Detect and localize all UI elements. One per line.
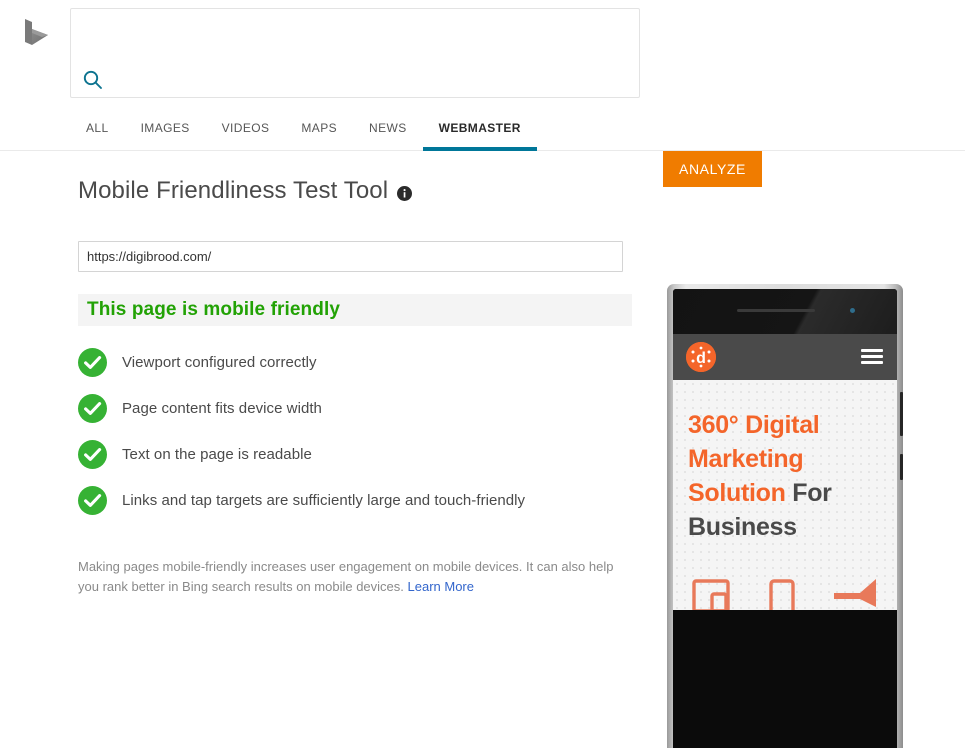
tab-webmaster[interactable]: WEBMASTER (422, 118, 538, 151)
bing-logo-icon[interactable] (20, 17, 54, 57)
check-circle-icon (78, 485, 107, 515)
tab-maps[interactable]: MAPS (285, 118, 353, 151)
hero-line-3-plain: For (785, 479, 832, 507)
tablet-icon (769, 579, 795, 610)
tab-images[interactable]: IMAGES (125, 118, 206, 151)
check-item: Page content fits device width (78, 385, 638, 431)
page-title: Mobile Friendliness Test Tool (78, 177, 389, 204)
search-icon[interactable] (79, 67, 109, 95)
hero-line-4: Business (688, 513, 797, 541)
phone-frame: d 360° Digital Marketing Solution For Bu… (667, 284, 903, 748)
site-logo-icon: d (686, 342, 716, 372)
tab-label: IMAGES (140, 121, 190, 135)
phone-speaker-icon (737, 309, 815, 312)
tab-all[interactable]: ALL (70, 118, 125, 151)
hero-line-2: Marketing (688, 445, 804, 473)
check-circle-icon (78, 347, 107, 377)
tab-label: VIDEOS (221, 121, 270, 135)
phone-volume-button[interactable] (900, 392, 903, 436)
preview-hero-heading: 360° Digital Marketing Solution For Busi… (688, 408, 888, 544)
tab-label: WEBMASTER (438, 121, 521, 135)
check-circle-icon (78, 439, 107, 469)
check-item: Text on the page is readable (78, 431, 638, 477)
phone-camera-icon (850, 308, 855, 313)
footer-note-text: Making pages mobile-friendly increases u… (78, 559, 614, 594)
check-circle-icon (78, 393, 107, 423)
result-banner-text: This page is mobile friendly (87, 299, 341, 320)
svg-text:d: d (696, 350, 706, 367)
phone-preview: d 360° Digital Marketing Solution For Bu… (667, 284, 903, 748)
footer-note: Making pages mobile-friendly increases u… (78, 557, 630, 597)
result-banner: This page is mobile friendly (78, 294, 632, 326)
tab-videos[interactable]: VIDEOS (206, 118, 286, 151)
info-icon[interactable] (397, 185, 413, 201)
url-input[interactable] (78, 241, 623, 272)
phone-top-bezel (673, 289, 897, 334)
preview-site-body: 360° Digital Marketing Solution For Busi… (673, 380, 897, 610)
site-header: ALL IMAGES VIDEOS MAPS NEWS WEBMASTER (0, 0, 965, 151)
check-item: Links and tap targets are sufficiently l… (78, 477, 638, 523)
tab-news[interactable]: NEWS (353, 118, 423, 151)
check-label: Viewport configured correctly (122, 353, 317, 371)
tab-label: NEWS (369, 121, 407, 135)
hero-line-3-accent: Solution (688, 479, 786, 507)
phone-screen: d 360° Digital Marketing Solution For Bu… (673, 289, 897, 748)
search-input[interactable] (71, 9, 631, 67)
main-content: Mobile Friendliness Test Tool ANALYZE Th… (0, 151, 965, 748)
browser-window-icon (691, 579, 730, 610)
phone-power-button[interactable] (900, 454, 903, 480)
preview-site-header: d (673, 334, 897, 380)
check-label: Text on the page is readable (122, 445, 312, 463)
preview-feature-icons (673, 577, 897, 610)
hamburger-menu-icon[interactable] (861, 349, 883, 365)
hero-line-1: 360° Digital (688, 411, 820, 439)
check-label: Links and tap targets are sufficiently l… (122, 491, 526, 509)
search-box[interactable] (70, 8, 640, 98)
check-list: Viewport configured correctly Page conte… (78, 339, 638, 523)
tab-bar: ALL IMAGES VIDEOS MAPS NEWS WEBMASTER (70, 118, 538, 151)
tab-label: MAPS (301, 121, 337, 135)
tab-label: ALL (86, 121, 109, 135)
megaphone-icon (834, 579, 877, 607)
check-label: Page content fits device width (122, 399, 322, 417)
check-item: Viewport configured correctly (78, 339, 638, 385)
page-title-row: Mobile Friendliness Test Tool (78, 177, 413, 205)
analyze-button[interactable]: ANALYZE (663, 151, 762, 187)
learn-more-link[interactable]: Learn More (408, 579, 474, 594)
